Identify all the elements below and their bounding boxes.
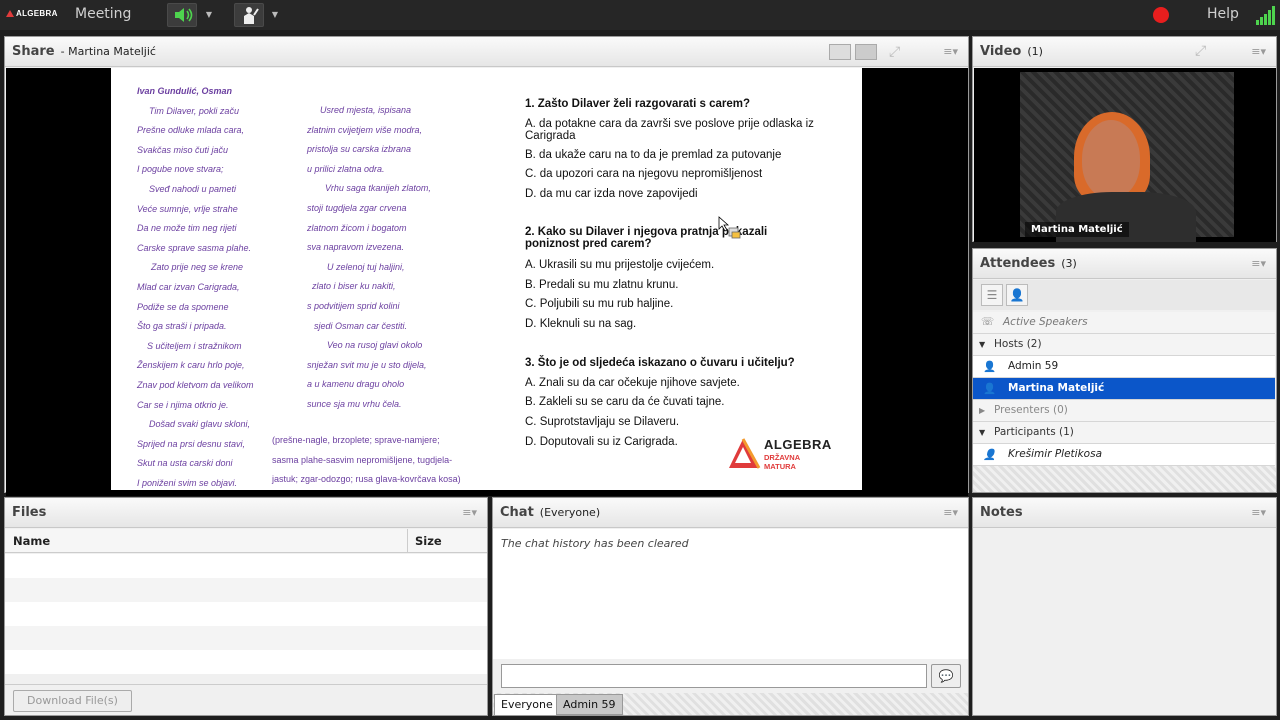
chat-cleared-message: The chat history has been cleared	[501, 537, 689, 550]
chat-pod: Chat (Everyone) ≡▾ The chat history has b…	[492, 497, 969, 716]
menu-help[interactable]: Help	[1207, 6, 1239, 22]
files-pod: Files ≡▾ Name Size Download File(s)	[4, 497, 488, 716]
menu-meeting[interactable]: Meeting	[75, 6, 131, 22]
attendees-pod-title: Attendees (3)	[980, 256, 1077, 271]
attendees-pod: Attendees (3) ≡▾ ☰ 👤 ☏ Active Speakers ▼ …	[972, 248, 1277, 493]
pod-options-icon[interactable]: ≡▾	[1251, 506, 1266, 519]
logo-sub2: MATURA	[764, 462, 796, 471]
app-logo: ALGEBRA	[6, 9, 58, 18]
poem-column-1: Ivan Gundulić, Osman Tim Dilaver, pokli …	[137, 86, 254, 488]
logo-title: ALGEBRA	[764, 437, 832, 452]
participant-row[interactable]: 👤 Krešimir Pletikosa	[973, 444, 1275, 466]
shared-slide: Ivan Gundulić, Osman Tim Dilaver, pokli …	[111, 68, 862, 490]
speaker-button[interactable]	[167, 3, 197, 27]
file-row	[5, 626, 487, 650]
record-icon[interactable]	[1153, 7, 1169, 23]
host-row[interactable]: 👤 Admin 59	[973, 356, 1275, 378]
cursor-icon	[718, 216, 741, 239]
video-pod-header: Video (1) ⤢ ≡▾	[973, 37, 1276, 67]
chat-message-input[interactable]	[501, 664, 927, 688]
raise-hand-icon	[244, 7, 259, 24]
connection-signal-icon	[1256, 5, 1276, 25]
chevron-down-icon: ▼	[979, 340, 986, 349]
webcam-feed[interactable]: Martina Mateljić	[1020, 72, 1234, 242]
host-icon: 👤	[983, 361, 997, 373]
notes-pod-title: Notes	[980, 505, 1023, 520]
phone-icon: ☏	[981, 316, 995, 328]
attendees-count: (3)	[1061, 257, 1077, 270]
video-name-label: Martina Mateljić	[1025, 222, 1129, 237]
files-list	[5, 554, 487, 674]
video-count: (1)	[1027, 45, 1043, 58]
col-name[interactable]: Name	[13, 534, 50, 548]
layout-fit-icon[interactable]	[829, 44, 851, 60]
glossary-note: (prešne-nagle, brzoplete; sprave-namjere…	[272, 435, 461, 485]
chat-pod-title: Chat (Everyone)	[500, 505, 601, 520]
logo-sub1: DRŽAVNA	[764, 453, 801, 462]
role-view-icon[interactable]: 👤	[1006, 284, 1028, 306]
chevron-right-icon: ▶	[979, 406, 986, 415]
participants-group[interactable]: ▼ Participants (1)	[973, 422, 1275, 444]
notes-pod-header: Notes ≡▾	[973, 498, 1276, 528]
files-footer: Download File(s)	[5, 684, 487, 715]
pod-options-icon[interactable]: ≡▾	[1251, 257, 1266, 270]
attendees-toolbar: ☰ 👤	[973, 280, 1276, 310]
active-speakers-row: ☏ Active Speakers	[973, 312, 1275, 334]
layout-full-icon[interactable]	[855, 44, 877, 60]
fullscreen-icon[interactable]: ⤢	[889, 44, 900, 60]
speaker-dropdown-chevron-icon[interactable]: ▼	[201, 3, 217, 27]
share-pod-header: Share - Martina Mateljić ⤢ ≡▾	[5, 37, 968, 67]
pod-options-icon[interactable]: ≡▾	[943, 506, 958, 519]
tab-admin-59[interactable]: Admin 59	[556, 694, 623, 715]
notes-content[interactable]	[973, 529, 1276, 715]
chat-pod-header: Chat (Everyone) ≡▾	[493, 498, 968, 528]
pod-options-icon[interactable]: ≡▾	[943, 45, 958, 58]
video-area: Martina Mateljić	[974, 68, 1276, 242]
question-2: 2. Kako su Dilaver i njegova pratnja pok…	[525, 226, 768, 331]
files-pod-header: Files ≡▾	[5, 498, 487, 528]
file-row	[5, 554, 487, 578]
file-row	[5, 602, 487, 626]
attendees-pod-header: Attendees (3) ≡▾	[973, 249, 1276, 279]
chat-scope: (Everyone)	[539, 506, 601, 519]
algebra-logo: ALGEBRA DRŽAVNA MATURA	[726, 437, 831, 475]
file-row	[5, 650, 487, 674]
col-size[interactable]: Size	[415, 534, 442, 548]
file-row	[5, 578, 487, 602]
fullscreen-icon[interactable]: ⤢	[1195, 43, 1206, 59]
share-pod-title: Share - Martina Mateljić	[12, 44, 156, 59]
files-header-row: Name Size	[5, 529, 487, 553]
algebra-logo-icon	[729, 438, 761, 469]
presenters-group[interactable]: ▶ Presenters (0)	[973, 400, 1275, 422]
question-1: 1. Zašto Dilaver želi razgovarati s care…	[525, 98, 814, 201]
notes-pod: Notes ≡▾	[972, 497, 1277, 716]
send-message-button[interactable]: 💬	[931, 664, 961, 688]
top-bar: ALGEBRA Meeting ▼ ▼ Help	[0, 0, 1280, 30]
speaker-icon	[175, 8, 193, 22]
download-files-button[interactable]: Download File(s)	[13, 690, 132, 712]
host-row-selected[interactable]: 👤 Martina Mateljić	[973, 378, 1275, 400]
host-icon: 👤	[983, 383, 997, 395]
hosts-group[interactable]: ▼ Hosts (2)	[973, 334, 1275, 356]
pod-options-icon[interactable]: ≡▾	[462, 506, 477, 519]
chat-history: The chat history has been cleared	[493, 529, 968, 659]
raise-hand-button[interactable]	[234, 3, 264, 27]
poem-column-2: Usred mjesta, ispisana zlatnim cvijetjem…	[307, 105, 431, 409]
video-pod: Video (1) ⤢ ≡▾ Martina Mateljić	[972, 36, 1277, 242]
participant-icon: 👤	[983, 449, 997, 461]
presenter-name: - Martina Mateljić	[60, 45, 156, 58]
status-dropdown-chevron-icon[interactable]: ▼	[267, 3, 283, 27]
chevron-down-icon: ▼	[979, 428, 986, 437]
list-view-icon[interactable]: ☰	[981, 284, 1003, 306]
speech-bubble-icon: 💬	[938, 669, 954, 683]
tab-everyone[interactable]: Everyone	[494, 694, 560, 715]
files-pod-title: Files	[12, 505, 47, 520]
share-content: Ivan Gundulić, Osman Tim Dilaver, pokli …	[6, 68, 968, 496]
video-pod-title: Video (1)	[980, 44, 1043, 59]
share-pod: Share - Martina Mateljić ⤢ ≡▾ Ivan Gundul…	[4, 36, 969, 496]
pod-options-icon[interactable]: ≡▾	[1251, 45, 1266, 58]
attendees-empty-area	[973, 466, 1276, 492]
